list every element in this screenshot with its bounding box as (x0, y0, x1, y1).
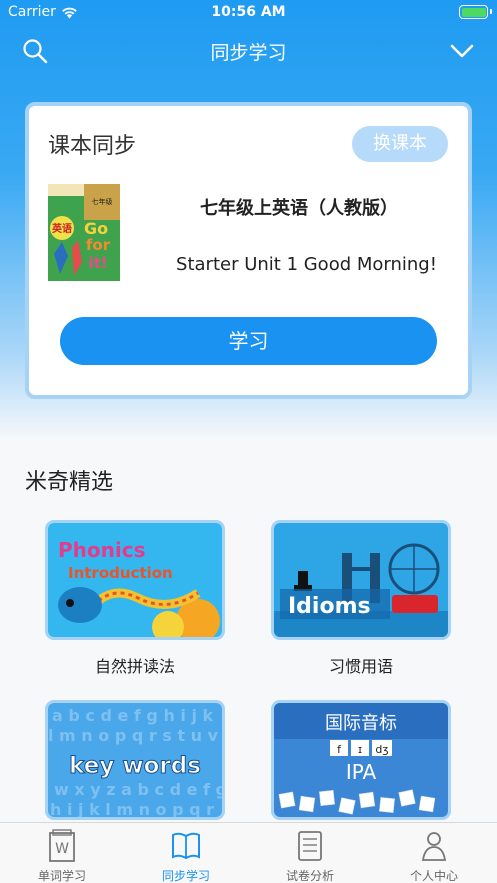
textbook-sync-card: 课本同步 换课本 七年级 英语 Go for it! 七年级上英语（人教版） S… (25, 102, 472, 399)
featured-tile-ipa[interactable]: 国际音标 f ɪ dʒ IPA (271, 700, 451, 820)
book-cover-it: it! (88, 254, 107, 272)
nav-bar: 同步学习 (0, 26, 497, 76)
phonics-title-line1: Phonics (58, 538, 146, 562)
featured-label-phonics: 自然拼读法 (94, 657, 175, 676)
status-bar: Carrier 10:56 AM (0, 0, 497, 26)
page-title: 同步学习 (210, 42, 287, 64)
tab-word-study[interactable]: W 单词学习 (0, 823, 124, 883)
tab-label-paper-analysis: 试卷分析 (285, 869, 334, 883)
battery-icon (459, 5, 488, 19)
featured-tile-key-words[interactable]: a b c d e f g h i j k l m n o p q r s t … (45, 700, 225, 820)
svg-text:w x y z a b c d e f g: w x y z a b c d e f g (54, 780, 222, 799)
idioms-thumbnail: Idioms (274, 523, 448, 637)
tab-paper-analysis[interactable]: 试卷分析 (248, 823, 372, 883)
book-cover-for: for (86, 236, 111, 254)
person-icon (421, 832, 447, 861)
word-book-icon: W (49, 829, 75, 862)
idioms-title: Idioms (288, 594, 371, 619)
featured-section-title: 米奇精选 (25, 470, 114, 495)
scroll-paper-icon (298, 831, 322, 861)
ipa-thumbnail: 国际音标 f ɪ dʒ IPA (274, 703, 448, 817)
svg-text:a b c d e f g h i j k: a b c d e f g h i j k (52, 706, 214, 725)
textbook-unit: Starter Unit 1 Good Morning! (176, 254, 437, 275)
tab-label-personal-center: 个人中心 (409, 869, 458, 883)
tab-label-sync-study: 同步学习 (161, 869, 210, 883)
ipa-chip-2: ɪ (358, 743, 362, 756)
tab-sync-study[interactable]: 同步学习 (124, 823, 248, 883)
phonics-thumbnail: Phonics Introduction (48, 523, 222, 637)
tab-bar: W 单词学习 同步学习 试卷分析 个人中心 (0, 822, 497, 883)
featured-label-idioms: 习惯用语 (328, 657, 393, 676)
key-words-title: key words (69, 753, 201, 779)
card-title: 课本同步 (48, 134, 137, 159)
textbook-name: 七年级上英语（人教版） (200, 198, 398, 219)
book-cover-grade: 七年级 (92, 197, 113, 206)
svg-text:W: W (55, 841, 69, 857)
ipa-title-en: IPA (346, 760, 377, 784)
featured-tile-phonics[interactable]: Phonics Introduction (45, 520, 225, 640)
ipa-title-cn: 国际音标 (325, 713, 397, 734)
book-cover-image[interactable]: 七年级 英语 Go for it! (48, 184, 120, 281)
open-book-icon (172, 832, 200, 860)
featured-tile-idioms[interactable]: Idioms (271, 520, 451, 640)
change-textbook-button[interactable]: 换课本 (352, 126, 448, 162)
tab-label-word-study: 单词学习 (37, 869, 86, 883)
chevron-down-icon[interactable] (449, 40, 475, 62)
phonics-title-line2: Introduction (68, 564, 173, 582)
svg-text:l m n o p q r s t u v: l m n o p q r s t u v (48, 726, 219, 745)
status-time: 10:56 AM (211, 4, 286, 20)
study-button[interactable]: 学习 (60, 317, 437, 365)
svg-text:h i j k l m n o p q r: h i j k l m n o p q r (50, 800, 214, 817)
book-cover-subject: 英语 (51, 222, 72, 235)
tab-personal-center[interactable]: 个人中心 (372, 823, 496, 883)
ipa-chip-3: dʒ (375, 743, 388, 756)
key-words-thumbnail: a b c d e f g h i j k l m n o p q r s t … (48, 703, 222, 817)
